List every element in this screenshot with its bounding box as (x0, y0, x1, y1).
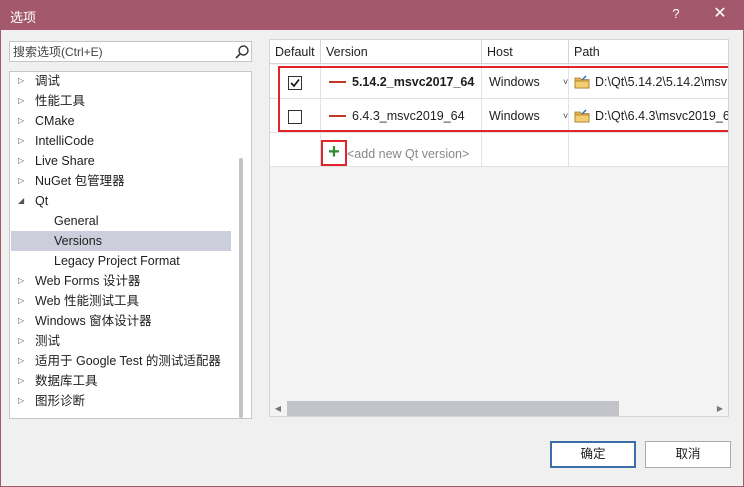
tree-item-label: CMake (35, 114, 75, 128)
collapsed-arrow-icon[interactable]: ▷ (18, 331, 28, 351)
collapsed-arrow-icon[interactable]: ▷ (18, 311, 28, 331)
tree-item[interactable]: ◢ Qt (11, 191, 231, 211)
tree-item-label: NuGet 包管理器 (35, 174, 125, 188)
help-button[interactable]: ? (666, 4, 686, 24)
tree-item[interactable]: ▷ NuGet 包管理器 (11, 171, 231, 191)
tree-item[interactable]: ▷ CMake (11, 111, 231, 131)
tree-item[interactable]: ▷ IntelliCode (11, 131, 231, 151)
checkmark-icon (290, 79, 300, 88)
tree-item[interactable]: ▷ Web 性能测试工具 (11, 291, 231, 311)
column-header-version[interactable]: Version (321, 40, 482, 64)
tree-item-label: 调试 (35, 74, 61, 88)
chevron-down-icon[interactable]: ˅ (563, 99, 568, 132)
tree-item[interactable]: ▷ 测试 (11, 331, 231, 351)
column-header-host[interactable]: Host (482, 40, 569, 64)
default-checkbox[interactable] (288, 76, 302, 90)
collapsed-arrow-icon[interactable]: ▷ (18, 111, 28, 131)
cancel-button[interactable]: 取消 (645, 441, 731, 468)
tree-item[interactable]: ▷ 数据库工具 (11, 371, 231, 391)
add-new-qt-version-link[interactable]: <add new Qt version> (347, 144, 469, 164)
collapsed-arrow-icon[interactable]: ▷ (18, 291, 28, 311)
dialog-title: 选项 (10, 10, 37, 25)
tree-item-label: Live Share (35, 154, 95, 168)
collapsed-arrow-icon[interactable]: ▷ (18, 91, 28, 111)
host-value[interactable]: Windows (489, 109, 540, 123)
add-version-plus-icon[interactable]: + (321, 140, 347, 166)
tree-item-label: Qt (35, 194, 49, 208)
collapsed-arrow-icon[interactable]: ▷ (18, 131, 28, 151)
tree-item-label: Web 性能测试工具 (35, 294, 139, 308)
collapsed-arrow-icon[interactable]: ▷ (18, 371, 28, 391)
folder-icon[interactable] (574, 75, 590, 89)
tree-item[interactable]: ▷ 性能工具 (11, 91, 231, 111)
collapsed-arrow-icon[interactable]: ▷ (18, 391, 28, 411)
tree-item[interactable]: ▷ 调试 (11, 72, 231, 91)
version-name[interactable]: 5.14.2_msvc2017_64 (352, 65, 474, 98)
tree-item-label: Versions (54, 234, 102, 248)
scroll-left-icon[interactable]: ◀ (271, 401, 285, 416)
tree-item-label: 图形诊断 (35, 394, 86, 408)
collapsed-arrow-icon[interactable]: ▷ (18, 351, 28, 371)
ok-button[interactable]: 确定 (550, 441, 636, 468)
folder-icon[interactable] (574, 109, 590, 123)
tree-item[interactable]: ▷ Windows 窗体设计器 (11, 311, 231, 331)
options-tree: ▷ 调试 ▷ 性能工具 ▷ CMake ▷ IntelliCode ▷ Live Share ▷ Nu… (9, 71, 252, 419)
column-header-path[interactable]: Path (569, 40, 728, 64)
collapsed-arrow-icon[interactable]: ▷ (18, 171, 28, 191)
table-row[interactable]: 5.14.2_msvc2017_64 Windows ˅ D:\Qt\5.14.… (270, 65, 728, 99)
search-icon[interactable] (234, 44, 250, 60)
path-value[interactable]: D:\Qt\6.4.3\msvc2019_6 (595, 99, 728, 132)
close-button[interactable]: ✕ (710, 4, 730, 24)
version-name[interactable]: 6.4.3_msvc2019_64 (352, 99, 465, 132)
tree-item[interactable]: ▷ Live Share (11, 151, 231, 171)
table-row[interactable]: 6.4.3_msvc2019_64 Windows ˅ D:\Qt\6.4.3\… (270, 99, 728, 133)
tree-item-label: Web Forms 设计器 (35, 274, 141, 288)
dialog-body: ▷ 调试 ▷ 性能工具 ▷ CMake ▷ IntelliCode ▷ Live Share ▷ Nu… (1, 30, 743, 486)
tree-item-label: General (54, 214, 99, 228)
collapsed-arrow-icon[interactable]: ▷ (18, 72, 28, 91)
version-status-dash (329, 81, 346, 83)
tree-item[interactable]: ▷ 图形诊断 (11, 391, 231, 411)
search-input[interactable] (13, 43, 228, 60)
tree-item[interactable]: Legacy Project Format (11, 251, 231, 271)
version-status-dash (329, 115, 346, 117)
collapsed-arrow-icon[interactable]: ▷ (18, 271, 28, 291)
chevron-down-icon[interactable]: ˅ (563, 65, 568, 98)
column-header-default[interactable]: Default (270, 40, 321, 64)
tree-item-label: 性能工具 (35, 94, 86, 108)
default-checkbox[interactable] (288, 110, 302, 124)
host-value[interactable]: Windows (489, 75, 540, 89)
scrollbar-thumb[interactable] (287, 401, 619, 416)
tree-item[interactable]: ▷ 适用于 Google Test 的测试适配器 (11, 351, 231, 371)
tree-item-label: Windows 窗体设计器 (35, 314, 152, 328)
search-box[interactable] (9, 41, 252, 62)
tree-item[interactable]: ▷ Web Forms 设计器 (11, 271, 231, 291)
scroll-right-icon[interactable]: ▶ (713, 401, 727, 416)
tree-item-label: 适用于 Google Test 的测试适配器 (35, 354, 221, 368)
title-bar: 选项 ? ✕ (0, 0, 744, 30)
tree-item-label: Legacy Project Format (54, 254, 180, 268)
tree-item-label: 测试 (35, 334, 61, 348)
options-dialog: 选项 ? ✕ ▷ 调试 ▷ 性能工具 ▷ CMake ▷ IntelliCode ▷ Live S… (0, 0, 744, 487)
collapsed-arrow-icon[interactable]: ▷ (18, 151, 28, 171)
tree-item-label: 数据库工具 (35, 374, 98, 388)
tree-item-label: IntelliCode (35, 134, 95, 148)
tree-item[interactable]: Versions (11, 231, 231, 251)
tree-scrollbar[interactable] (239, 158, 243, 418)
tree-item[interactable]: General (11, 211, 231, 231)
qt-versions-grid: Default Version Host Path 5.14.2_msvc201… (269, 39, 729, 417)
expanded-arrow-icon[interactable]: ◢ (18, 191, 28, 211)
path-value[interactable]: D:\Qt\5.14.2\5.14.2\msv (595, 65, 727, 98)
